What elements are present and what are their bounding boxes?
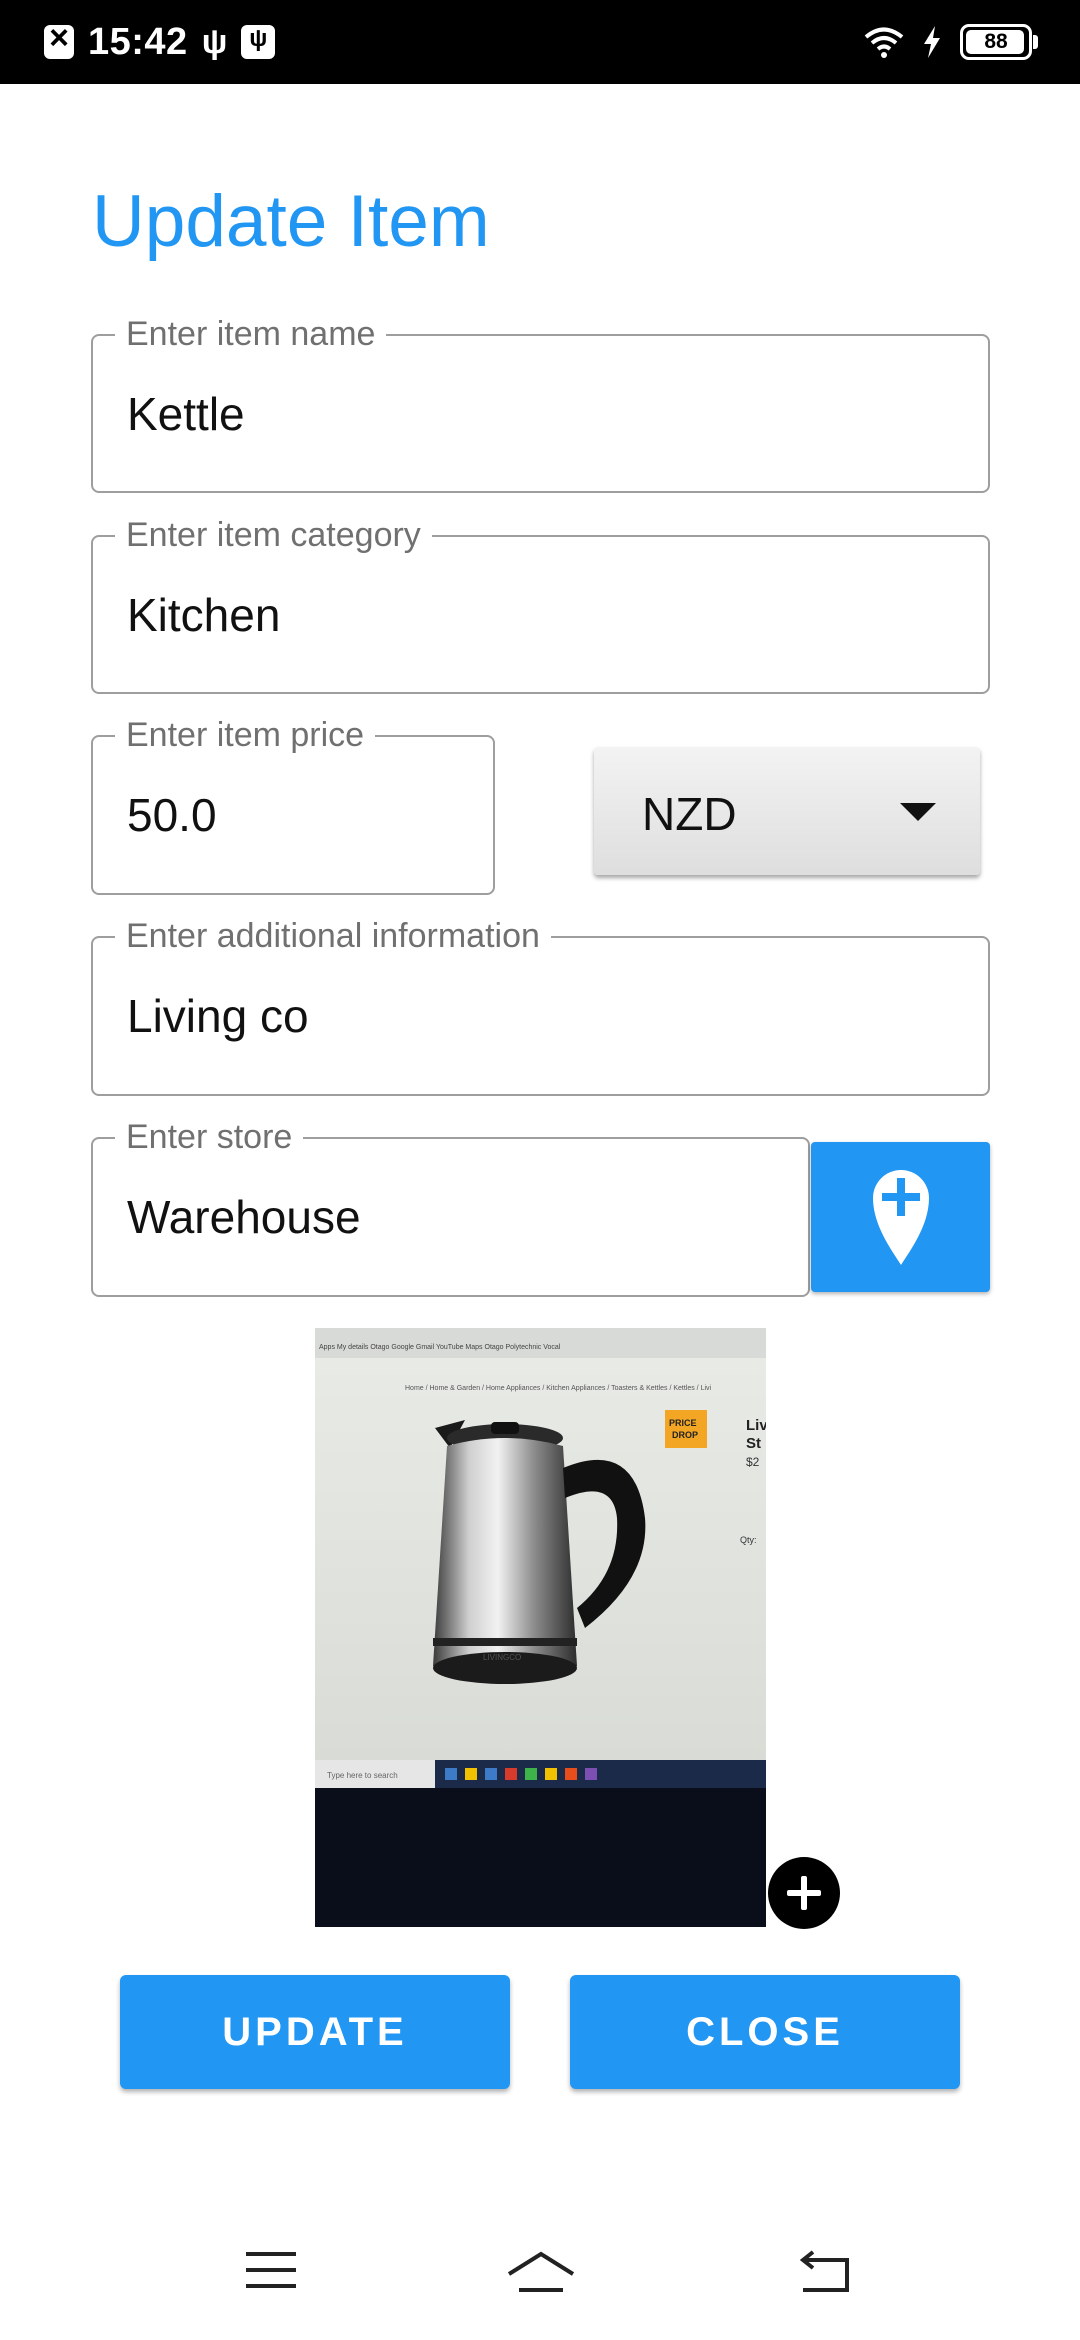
photo-taskbar-search: Type here to search xyxy=(327,1771,398,1780)
status-time: 15:42 xyxy=(88,20,188,63)
add-photo-button[interactable] xyxy=(768,1857,840,1929)
charging-bolt-icon xyxy=(924,26,940,58)
close-button[interactable]: CLOSE xyxy=(570,1975,960,2089)
add-location-pin-icon xyxy=(873,1170,929,1265)
back-icon[interactable] xyxy=(795,2250,855,2294)
item-price-input[interactable] xyxy=(127,788,473,842)
additional-info-field[interactable]: Enter additional information xyxy=(91,916,990,1096)
item-category-label: Enter item category xyxy=(115,515,432,555)
item-photo: Apps My details Otago Google Gmail YouTu… xyxy=(315,1328,766,1927)
usb-debug-icon xyxy=(241,25,276,59)
dropdown-arrow-icon xyxy=(900,803,936,821)
photo-brand: LIVINGCO xyxy=(483,1653,521,1662)
store-input[interactable] xyxy=(127,1190,788,1244)
item-name-input[interactable] xyxy=(127,386,968,441)
photo-bookmarks-text: Apps My details Otago Google Gmail YouTu… xyxy=(319,1344,561,1351)
page-title: Update Item xyxy=(92,181,490,262)
store-field[interactable]: Enter store xyxy=(91,1117,810,1297)
photo-breadcrumb: Home / Home & Garden / Home Appliances /… xyxy=(405,1385,712,1392)
update-button[interactable]: UPDATE xyxy=(120,1975,510,2089)
usb-icon: ψ xyxy=(201,22,228,61)
menu-icon[interactable] xyxy=(244,2250,300,2290)
item-category-field[interactable]: Enter item category xyxy=(91,515,990,694)
close-box-icon xyxy=(44,19,74,59)
wifi-icon xyxy=(864,27,904,58)
battery-icon: 88 xyxy=(960,24,1038,60)
item-price-field[interactable]: Enter item price xyxy=(91,715,495,895)
status-bar: 15:42 ψ 88 xyxy=(0,0,1080,84)
item-price-label: Enter item price xyxy=(115,715,376,755)
photo-qty-label: Qty: xyxy=(740,1535,757,1545)
add-location-button[interactable] xyxy=(811,1142,990,1292)
home-icon[interactable] xyxy=(505,2250,577,2294)
item-name-field[interactable]: Enter item name xyxy=(91,314,990,493)
item-category-input[interactable] xyxy=(127,587,968,642)
photo-price: $2 xyxy=(746,1455,760,1469)
store-label: Enter store xyxy=(115,1117,304,1157)
currency-selected: NZD xyxy=(642,788,737,840)
item-name-label: Enter item name xyxy=(115,314,387,354)
currency-dropdown[interactable]: NZD xyxy=(594,747,980,875)
additional-info-input[interactable] xyxy=(127,989,968,1043)
battery-percent: 88 xyxy=(984,30,1008,53)
additional-info-label: Enter additional information xyxy=(115,916,551,956)
